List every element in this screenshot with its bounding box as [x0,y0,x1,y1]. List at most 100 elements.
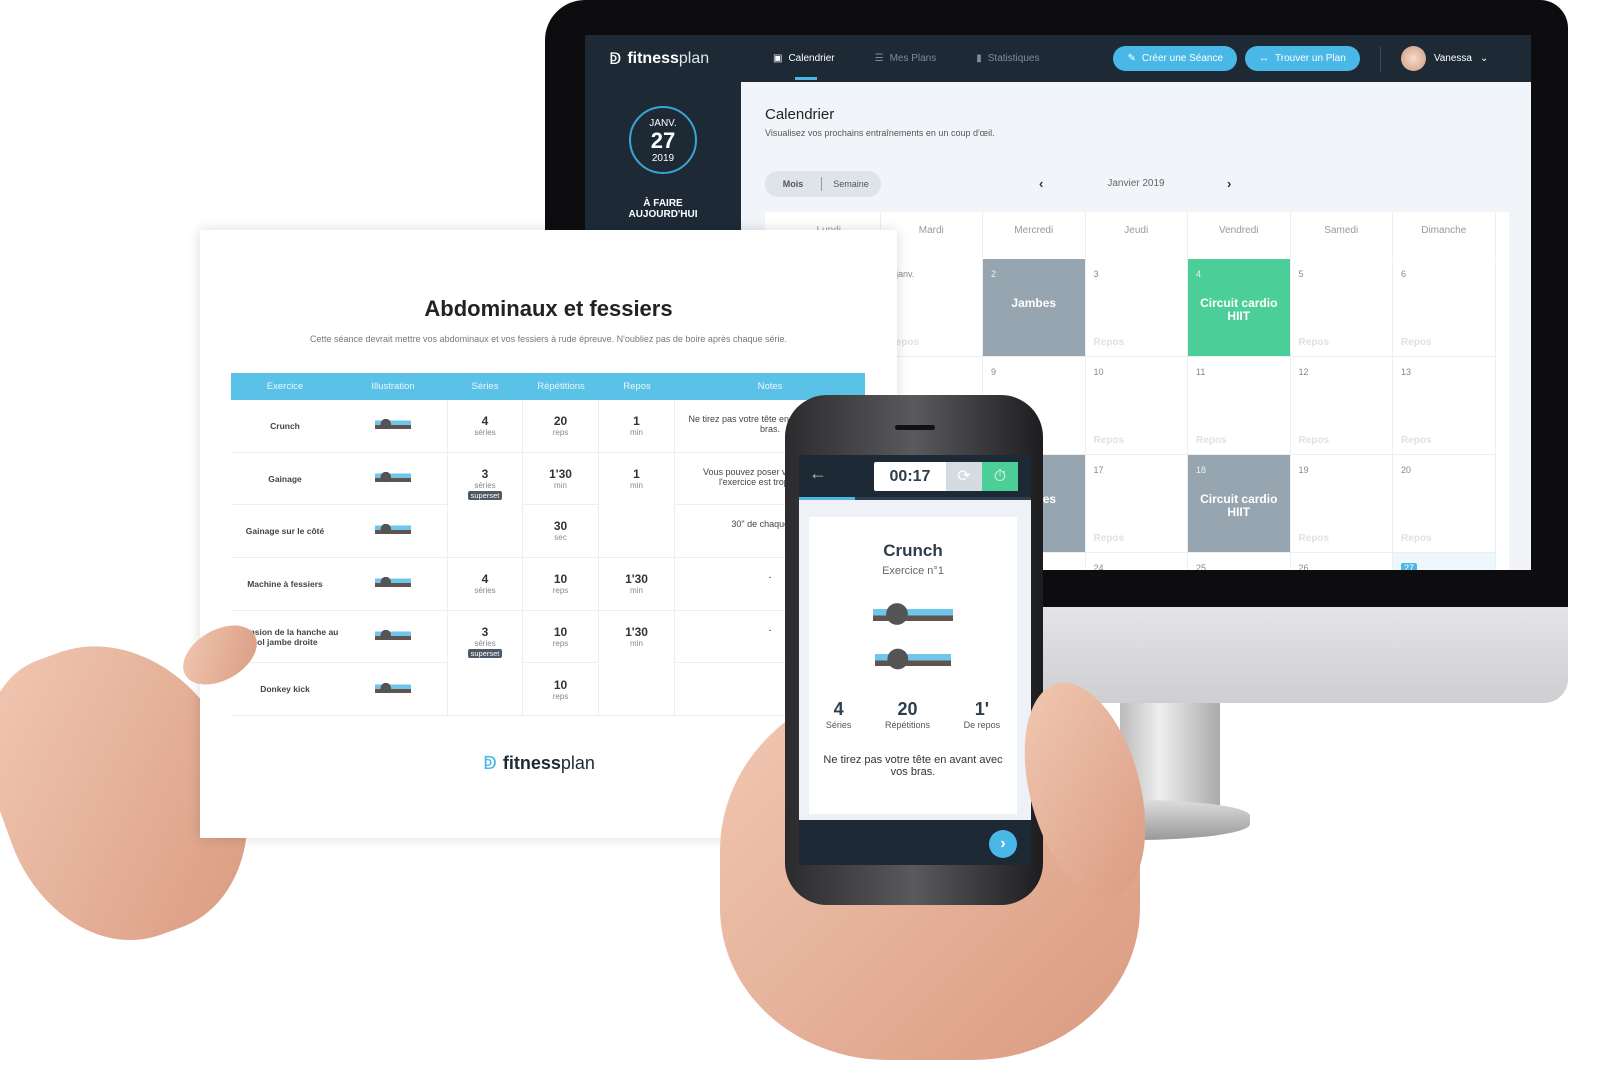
logo-icon: ↁ [483,753,497,773]
nav-label: Calendrier [788,53,835,64]
exercise-figure [375,675,411,700]
day-number: 27 [1401,563,1418,570]
series-unit: séries [474,428,496,437]
prev-month-button[interactable]: ‹ [1039,176,1043,191]
rest-label: Repos [1093,533,1125,544]
nav-statistiques[interactable]: ▮ Statistiques [976,53,1039,64]
event-label[interactable]: Jambes [983,296,1085,310]
event-label[interactable]: Circuit cardio HIIT [1188,296,1290,323]
next-exercise-button[interactable]: › [989,830,1017,858]
reps-cell: 20 reps [523,400,599,453]
rest-label: Repos [1093,337,1125,348]
list-icon: ☰ [874,53,884,64]
top-navbar: ↁ fitnessplan ▣ Calendrier ☰ Mes Plans ▮ St… [585,35,1531,82]
calendar-day[interactable]: 10 Repos [1085,357,1188,455]
calendar-day[interactable]: 6 Repos [1393,259,1496,357]
calendar-day[interactable]: 27 [1393,553,1496,570]
series-value: 4 [481,572,489,587]
series-cell: 3 séries superset [447,452,523,559]
calendar-day[interactable]: 20 Repos [1393,455,1496,553]
stat: 4 Séries [826,699,852,730]
rest-value: 1 [633,466,640,481]
stopwatch-icon[interactable]: ⏱ [982,462,1018,491]
timer-display: 00:17 [874,462,946,491]
nav-calendrier[interactable]: ▣ Calendrier [773,53,835,80]
stat-value: 4 [833,699,844,719]
rest-label: Repos [1298,533,1330,544]
rest-cell: 1 min [599,452,675,559]
series-unit: séries [474,480,496,490]
day-number: 6 [1401,269,1407,279]
next-month-button[interactable]: › [1227,176,1231,191]
rest-value: 1'30 [625,624,648,639]
calendar-day[interactable]: 3 Repos [1085,259,1188,357]
logo-light: plan [560,753,595,773]
reps-cell: 30 sec [523,505,599,559]
calendar-day[interactable]: 17 Repos [1085,455,1188,553]
reps-value: 10 [553,572,568,587]
calendar-icon: ▣ [773,53,783,64]
stat: 20 Répétitions [885,699,930,730]
exercise-figure [375,622,411,647]
exercise-illustration [339,453,447,506]
bar-chart-icon: ▮ [976,53,982,64]
day-number: 13 [1401,367,1412,377]
dumbbell-icon: ↔ [1259,53,1270,64]
back-arrow-icon[interactable]: ← [809,463,827,484]
calendar-day[interactable]: 4 Circuit cardio HIIT [1188,259,1291,357]
crunch-illustration [871,597,955,677]
create-session-button[interactable]: ✎ Créer une Séance [1113,46,1238,71]
app-logo[interactable]: ↁ fitnessplan [609,49,759,69]
calendar-day[interactable]: 2 Jambes [983,259,1086,357]
reps-unit: min [554,480,567,490]
day-number: 4 [1196,269,1202,279]
series-unit: séries [474,586,496,596]
rest-label: Repos [1401,435,1432,446]
view-week-button[interactable]: Semaine [822,179,880,189]
series-value: 3 [481,466,489,481]
reps-value: 20 [553,414,568,428]
day-number: 9 [991,367,997,377]
rest-cell: 1'30 min [599,558,675,611]
smartphone: ← 00:17 ⟳ ⏱ Crunch Exercice n°1 4 Séries 2… [785,395,1043,905]
rest-unit: min [630,428,643,437]
calendar-day[interactable]: 19 Repos [1290,455,1393,553]
nav-mes-plans[interactable]: ☰ Mes Plans [875,53,937,64]
view-toggle: Mois Semaine [765,171,881,197]
calendar-day[interactable]: 13 Repos [1393,357,1496,455]
reset-icon[interactable]: ⟳ [946,462,982,491]
chevron-down-icon: ⌄ [1480,53,1489,64]
nav-label: Statistiques [987,53,1040,64]
day-number: 26 [1298,563,1309,570]
weekday-header: Jeudi [1086,212,1188,258]
day-number: 20 [1401,465,1412,475]
find-plan-button[interactable]: ↔ Trouver un Plan [1245,46,1360,71]
view-month-button[interactable]: Mois [765,179,821,189]
user-menu[interactable]: Vanessa ⌄ [1400,46,1489,71]
calendar-day[interactable]: 18 Circuit cardio HIIT [1188,455,1291,553]
logo-bold: fitness [502,753,561,773]
sheet-title: Abdominaux et fessiers [424,296,673,321]
series-cell: 3 séries superset [447,610,523,717]
day-number: 24 [1093,563,1104,570]
calendar-day[interactable]: 24 [1086,553,1188,570]
weekday-header: Vendredi [1188,212,1291,258]
button-label: Créer une Séance [1141,53,1224,64]
rest-label: Repos [1093,435,1125,446]
rest-unit: min [630,480,643,490]
column-header: Répétitions [537,381,585,392]
day-number: 12 [1298,367,1309,377]
calendar-day[interactable]: 26 [1291,553,1393,570]
event-label[interactable]: Circuit cardio HIIT [1188,492,1290,519]
avatar [1400,46,1426,71]
logo-bold: fitness [627,49,679,67]
calendar-day[interactable]: 11 Repos [1188,357,1291,455]
exercise-card: Crunch Exercice n°1 4 Séries 20 Répétitions… [809,517,1017,814]
series-value: 4 [481,414,489,428]
reps-value: 30 [553,519,568,534]
todo-line1: À FAIRE [643,198,683,209]
exercise-illustration [339,505,447,559]
calendar-day[interactable]: 12 Repos [1290,357,1393,455]
calendar-day[interactable]: 5 Repos [1290,259,1393,357]
calendar-day[interactable]: 25 [1188,553,1291,570]
